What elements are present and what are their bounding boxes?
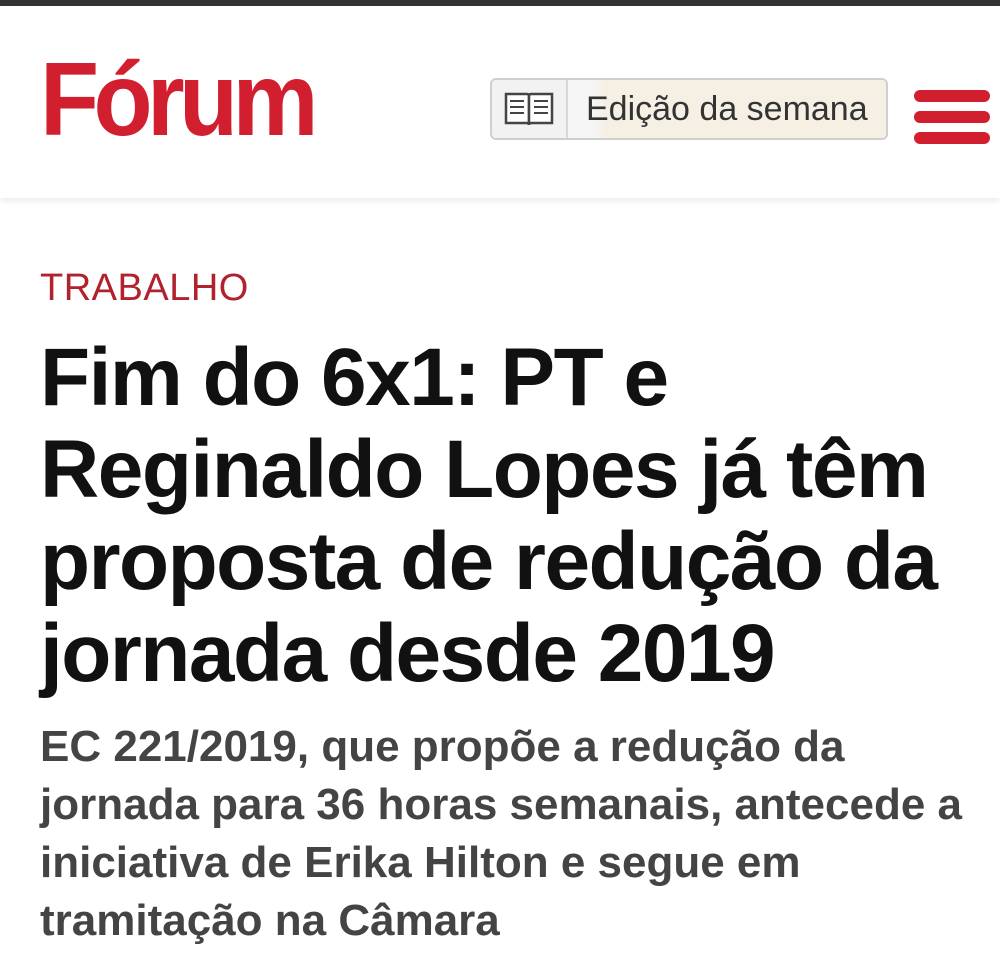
- article-headline: Fim do 6x1: PT e Reginaldo Lopes já têm …: [40, 332, 938, 699]
- open-book-icon: [492, 80, 568, 138]
- article-subtitle: EC 221/2019, que propõe a redução da jor…: [40, 722, 963, 945]
- weekly-edition-button[interactable]: Edição da semana: [490, 78, 888, 140]
- site-header: Fórum Edição da semana: [0, 6, 1000, 198]
- article-category[interactable]: TRABALHO: [40, 266, 970, 310]
- hamburger-menu-icon[interactable]: [914, 90, 990, 144]
- weekly-edition-label: Edição da semana: [568, 80, 886, 138]
- site-logo[interactable]: Fórum: [40, 48, 319, 152]
- article-header: TRABALHO Fim do 6x1: PT e Reginaldo Lope…: [40, 248, 970, 950]
